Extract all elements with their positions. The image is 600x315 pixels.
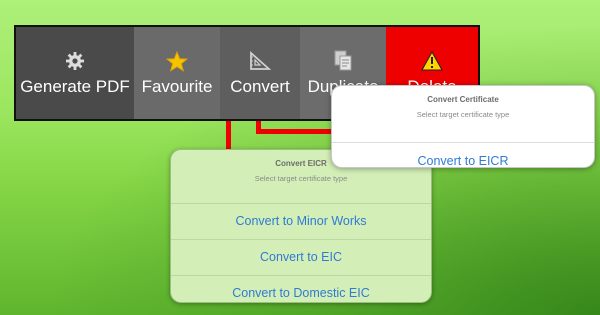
- warning-icon: [421, 49, 443, 73]
- convert-eicr-popover: Convert EICR Select target certificate t…: [170, 149, 432, 303]
- generate-pdf-button[interactable]: Generate PDF: [16, 27, 134, 119]
- convert-label: Convert: [230, 77, 290, 96]
- convert-to-eic-option[interactable]: Convert to EIC: [171, 239, 431, 275]
- popover-header: Convert Certificate Select target certif…: [332, 95, 594, 142]
- favourite-label: Favourite: [141, 77, 213, 96]
- star-icon: [166, 49, 188, 73]
- popover-subtitle: Select target certificate type: [416, 110, 510, 119]
- popover-title: Convert Certificate: [427, 95, 499, 104]
- duplicate-document-icon: [333, 49, 353, 73]
- convert-certificate-popover: Convert Certificate Select target certif…: [331, 85, 595, 168]
- connector-line-eicr: [226, 121, 231, 150]
- favourite-button[interactable]: Favourite: [134, 27, 220, 119]
- generate-pdf-label: Generate PDF: [20, 77, 130, 96]
- convert-button[interactable]: Convert: [220, 27, 300, 119]
- convert-to-domestic-eic-option[interactable]: Convert to Domestic EIC: [171, 275, 431, 302]
- set-square-icon: [249, 49, 271, 73]
- gear-icon: [65, 49, 85, 73]
- convert-to-eicr-option[interactable]: Convert to EICR: [332, 142, 594, 167]
- connector-line-cert-horizontal: [256, 129, 336, 134]
- convert-to-minor-works-option[interactable]: Convert to Minor Works: [171, 203, 431, 239]
- popover-subtitle: Select target certificate type: [254, 174, 348, 183]
